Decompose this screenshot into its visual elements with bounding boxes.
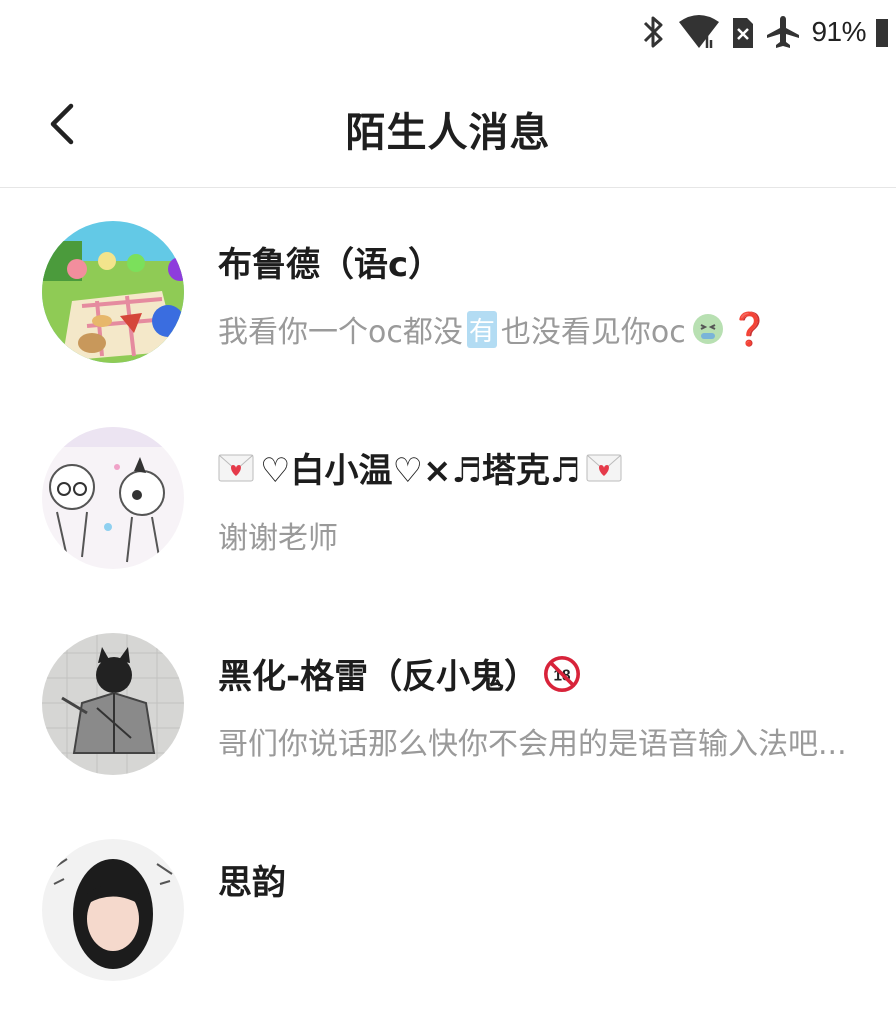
no-under-18-emoji: 18 <box>544 655 581 692</box>
conversation-name: 布鲁德（语c） <box>218 245 443 285</box>
conversation-row[interactable]: 思韵 <box>0 807 896 1013</box>
battery-percent: 91% <box>811 16 866 47</box>
love-letter-emoji <box>218 450 254 486</box>
conversation-row[interactable]: 黑化-格雷（反小鬼） 18 哥们你说话那么快你不会用的是语音输入法吧... <box>0 601 896 807</box>
sketch-characters-avatar <box>42 427 184 569</box>
conversation-row[interactable]: ♡白小温♡×♬塔克♬ 谢谢老师 <box>0 395 896 601</box>
message-preview: 我看你一个oc都没 有 也没看见你oc ❓ <box>218 310 770 350</box>
conversation-list: 布鲁德（语c） 我看你一个oc都没 有 也没看见你oc ❓ ♡白小温♡×♬塔克♬… <box>0 189 896 1013</box>
cartoon-picnic-avatar <box>42 221 184 363</box>
status-icons: 91% <box>641 12 888 52</box>
no-sim-icon <box>731 14 755 50</box>
header: 陌生人消息 <box>0 64 896 188</box>
dark-cat-drawing-avatar <box>42 633 184 775</box>
badge: 有 <box>466 310 497 348</box>
status-bar: 91% <box>0 0 896 64</box>
message-preview: 哥们你说话那么快你不会用的是语音输入法吧... <box>218 727 847 762</box>
wifi-icon <box>677 14 721 50</box>
conversation-row[interactable]: 布鲁德（语c） 我看你一个oc都没 有 也没看见你oc ❓ <box>0 189 896 395</box>
avatar <box>42 633 184 775</box>
conversation-name: 思韵 <box>218 863 286 903</box>
girl-portrait-avatar <box>42 839 184 981</box>
airplane-icon <box>765 14 801 50</box>
question-mark-emoji: ❓ <box>729 310 770 348</box>
bluetooth-icon <box>641 14 667 50</box>
conversation-name: 黑化-格雷（反小鬼） 18 <box>218 649 581 698</box>
sick-face-emoji <box>690 311 726 347</box>
avatar <box>42 221 184 363</box>
avatar <box>42 839 184 981</box>
conversation-name: ♡白小温♡×♬塔克♬ <box>218 443 622 492</box>
battery-icon <box>876 17 888 47</box>
avatar <box>42 427 184 569</box>
love-letter-emoji <box>586 450 622 486</box>
page-title: 陌生人消息 <box>345 110 551 156</box>
message-preview: 谢谢老师 <box>218 521 338 556</box>
